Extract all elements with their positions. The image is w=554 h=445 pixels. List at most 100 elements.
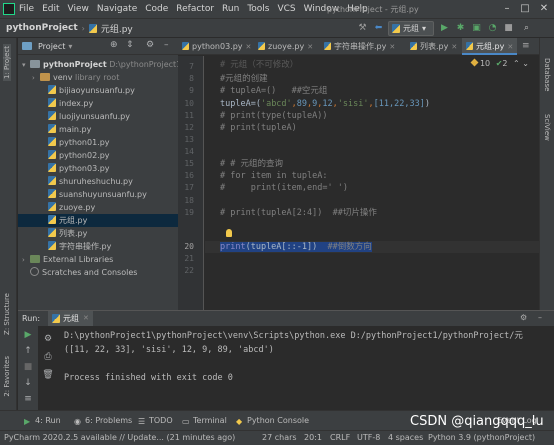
code-editor[interactable]: 10 ✔2 ⌃ ⌄ # 元组（不可修改） #元组的创建 # tupleA=() … [205,56,539,310]
database-tool-tab[interactable]: Database [543,58,551,91]
run-tab[interactable]: 元组 ✕ [48,311,93,326]
line-number: 12 [184,123,194,132]
status-caret-position[interactable]: 20:1 [304,433,322,442]
profile-icon[interactable]: ◔ [486,22,499,35]
build-hammer-icon[interactable]: ⚒ [356,22,369,35]
tool-tab-run[interactable]: ▶ 4: Run [24,416,61,426]
search-icon[interactable]: ⌕ [520,22,533,35]
tree-file[interactable]: 列表.py [18,227,178,240]
tab-list-icon[interactable]: ≡ [522,41,530,51]
tree-file[interactable]: index.py [18,97,178,110]
editor-tab-label: 元组.py [476,42,505,51]
scroll-up-icon[interactable]: ↑ [22,345,34,357]
tree-file[interactable]: suanshuyunsuanfu.py [18,188,178,201]
code-line-8: #元组的创建 [220,74,268,84]
tree-file[interactable]: luojiyunsuanfu.py [18,110,178,123]
tree-external-libraries[interactable]: › External Libraries [18,253,178,266]
line-number: 19 [184,208,194,217]
status-chars: 27 chars [262,433,297,442]
status-message[interactable]: PyCharm 2020.2.5 available // Update... … [4,433,235,442]
tree-file[interactable]: shuruheshuchu.py [18,175,178,188]
status-indent[interactable]: 4 spaces [388,433,423,442]
menu-run[interactable]: Run [222,4,239,14]
stop-icon[interactable]: ■ [502,22,515,35]
coverage-icon[interactable]: ▣ [470,22,483,35]
run-configuration-select[interactable]: 元组 ▾ [388,21,434,36]
status-interpreter[interactable]: Python 3.9 (pythonProject) [428,433,535,442]
scroll-down-icon[interactable]: ↓ [22,377,34,389]
structure-tool-tab[interactable]: Z: Structure [3,293,11,335]
chevron-up-icon[interactable]: ⌃ [513,59,520,68]
print-icon[interactable]: ⎙ [42,351,54,363]
close-tab-icon[interactable]: ✕ [451,43,457,51]
tree-file-selected[interactable]: 元组.py [18,214,178,227]
sciview-tool-tab[interactable]: SciView [543,114,551,141]
tree-root-path: D:\pythonProject1\ [109,60,184,69]
menu-view[interactable]: View [68,4,89,14]
wrench-icon[interactable]: ⚙ [42,333,54,345]
maximize-icon[interactable]: □ [518,2,532,16]
back-arrow-icon[interactable]: ⬅ [372,22,385,35]
close-tab-icon[interactable]: ✕ [507,43,513,51]
hide-panel-icon[interactable]: – [538,313,542,322]
debug-icon[interactable]: ✱ [454,22,467,35]
run-icon[interactable]: ▶ [438,22,451,35]
breadcrumb-project[interactable]: pythonProject [6,23,78,33]
chevron-down-icon[interactable]: ⌄ [522,59,529,68]
python-file-icon [48,137,56,146]
tool-tab-terminal[interactable]: ▭ Terminal [182,416,227,426]
collapse-all-icon[interactable]: ⇕ [126,40,134,50]
project-panel-title[interactable]: Project [38,42,65,51]
close-tab-icon[interactable]: ✕ [246,43,252,51]
close-tab-icon[interactable]: ✕ [307,43,313,51]
status-line-separator[interactable]: CRLF [330,433,350,442]
menu-code[interactable]: Code [145,4,168,14]
rerun-icon[interactable]: ▶ [22,329,34,341]
status-encoding[interactable]: UTF-8 [357,433,380,442]
favorites-tool-tab[interactable]: 2: Favorites [3,356,11,397]
close-tab-icon[interactable]: ✕ [389,43,395,51]
project-tool-tab[interactable]: 1: Project [3,44,11,81]
tree-item-venv[interactable]: › venv library root [18,71,178,84]
menu-edit[interactable]: Edit [42,4,59,14]
editor-tab[interactable]: 字符串操作.py ✕ [320,38,399,55]
tree-file[interactable]: python02.py [18,149,178,162]
gear-icon[interactable]: ⚙ [146,40,154,50]
hide-panel-icon[interactable]: – [164,40,169,50]
tree-file[interactable]: main.py [18,123,178,136]
code-line-16: # print(item,end=' ') [220,183,348,193]
locate-file-icon[interactable]: ⊕ [110,40,118,50]
close-icon[interactable]: ✕ [537,2,551,16]
breadcrumb-file[interactable]: 元组.py [101,22,133,35]
tree-file[interactable]: bijiaoyunsuanfu.py [18,84,178,97]
stop-icon[interactable]: ■ [22,361,34,373]
menu-tools[interactable]: Tools [247,4,269,14]
gear-icon[interactable]: ⚙ [520,313,527,322]
tree-file[interactable]: python03.py [18,162,178,175]
menu-navigate[interactable]: Navigate [97,4,137,14]
editor-tab-bar: python03.py ✕ zuoye.py ✕ 字符串操作.py ✕ 列表.py ✕ … [178,38,539,55]
editor-tab[interactable]: 列表.py ✕ [406,38,461,55]
lightbulb-icon[interactable] [226,229,232,237]
tree-file[interactable]: python01.py [18,136,178,149]
editor-tab[interactable]: zuoye.py ✕ [254,38,317,55]
tool-tab-python-console[interactable]: ◆ Python Console [236,416,309,426]
tool-tab-label: 4: Run [35,416,61,425]
menu-vcs[interactable]: VCS [277,4,295,14]
minimize-icon[interactable]: – [500,2,514,16]
tree-file[interactable]: 字符串操作.py [18,240,178,253]
tree-root-project[interactable]: ▾ pythonProject D:\pythonProject1\ [18,58,184,71]
chevron-down-icon[interactable]: ▾ [68,42,72,51]
tool-tab-problems[interactable]: ◉ 6: Problems [74,416,132,426]
menu-file[interactable]: File [19,4,34,14]
trash-icon[interactable]: 🗑 [42,369,54,381]
tool-tab-todo[interactable]: ☰ TODO [138,416,173,426]
tree-scratches[interactable]: Scratches and Consoles [18,266,178,279]
close-tab-icon[interactable]: ✕ [83,311,89,326]
soft-wrap-icon[interactable]: ≡ [22,393,34,405]
editor-tab[interactable]: python03.py ✕ [178,38,255,55]
menu-refactor[interactable]: Refactor [176,4,214,14]
tree-file[interactable]: zuoye.py [18,201,178,214]
editor-tab-active[interactable]: 元组.py ✕ [462,38,518,55]
inspection-widget[interactable]: 10 ✔2 ⌃ ⌄ [470,58,529,68]
